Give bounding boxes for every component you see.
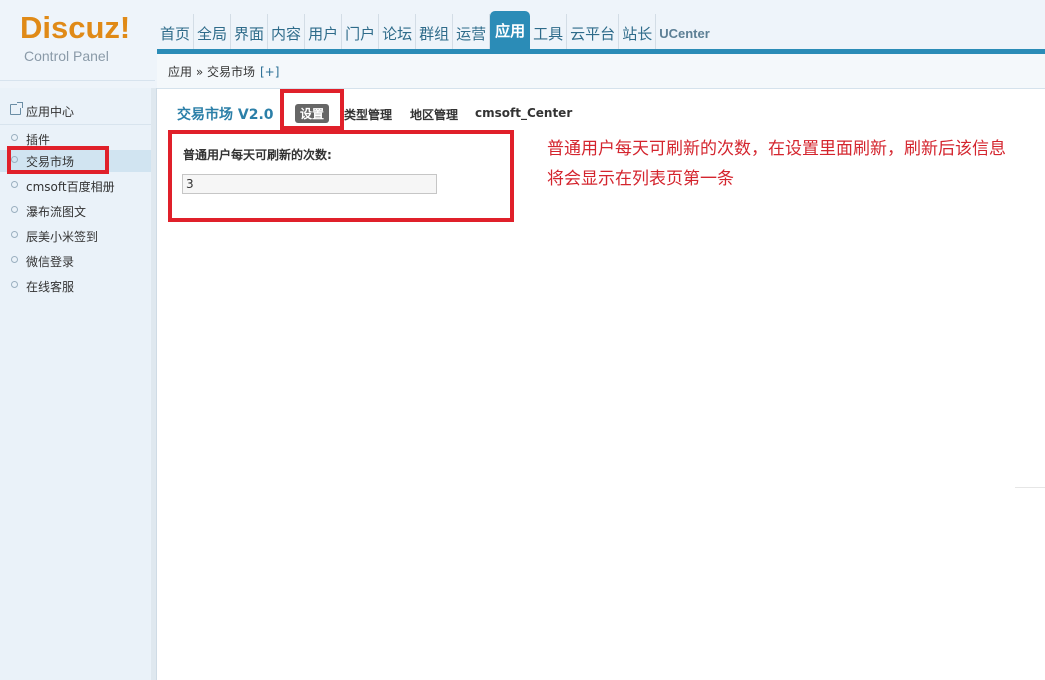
sidebar-item-online-service[interactable]: 在线客服: [0, 275, 151, 297]
top-navigation: 首页 全局 界面 内容 用户 门户 论坛 群组 运营 应用 工具 云平台 站长 …: [157, 11, 1045, 49]
add-shortcut-button[interactable]: [+]: [260, 65, 279, 79]
nav-webmaster[interactable]: 站长: [619, 14, 657, 49]
tab-type-management[interactable]: 类型管理: [344, 106, 392, 123]
tab-region-management[interactable]: 地区管理: [410, 106, 458, 123]
highlight-box-tab: [280, 89, 344, 130]
sidebar-item-wechat-login[interactable]: 微信登录: [0, 250, 151, 272]
divider: [0, 80, 155, 81]
bullet-icon: [11, 134, 18, 141]
bullet-icon: [11, 256, 18, 263]
nav-home[interactable]: 首页: [157, 14, 195, 49]
nav-user[interactable]: 用户: [305, 14, 343, 49]
bullet-icon: [11, 281, 18, 288]
bullet-icon: [11, 206, 18, 213]
sidebar-item-sign-in[interactable]: 辰美小米签到: [0, 225, 151, 247]
nav-group[interactable]: 群组: [416, 14, 454, 49]
nav-portal[interactable]: 门户: [342, 14, 380, 49]
sidebar-item-label: 辰美小米签到: [26, 230, 99, 244]
sidebar-item-label: 瀑布流图文: [26, 205, 87, 219]
divider: [1015, 487, 1045, 488]
breadcrumb: 应用 » 交易市场 [+]: [168, 63, 279, 80]
header: Discuz! Control Panel 首页 全局 界面 内容 用户 门户 …: [0, 0, 1045, 89]
highlight-box-form: [168, 130, 514, 222]
nav-ucenter[interactable]: UCenter: [656, 14, 713, 49]
nav-operation[interactable]: 运营: [453, 14, 491, 49]
bullet-icon: [11, 181, 18, 188]
nav-style[interactable]: 界面: [231, 14, 269, 49]
nav-content[interactable]: 内容: [268, 14, 306, 49]
highlight-box-sidebar: [7, 146, 109, 174]
bullet-icon: [11, 231, 18, 238]
sidebar-divider: [151, 88, 157, 680]
logo[interactable]: Discuz! Control Panel: [0, 0, 155, 88]
nav-tools[interactable]: 工具: [530, 14, 568, 49]
sidebar-header-label: 应用中心: [26, 105, 75, 119]
sidebar-item-label: 在线客服: [26, 280, 75, 294]
sidebar: 应用中心 插件 交易市场 cmsoft百度相册 瀑布流图文 辰美小米签到 微信登…: [0, 88, 151, 680]
nav-apps[interactable]: 应用: [490, 11, 531, 49]
nav-global[interactable]: 全局: [194, 14, 232, 49]
logo-text: Discuz!: [20, 10, 131, 45]
sidebar-item-waterfall[interactable]: 瀑布流图文: [0, 200, 151, 222]
tab-cmsoft-center[interactable]: cmsoft_Center: [475, 106, 572, 120]
breadcrumb-text[interactable]: 应用 » 交易市场: [168, 65, 255, 79]
logo-subtitle: Control Panel: [24, 48, 109, 64]
external-link-icon: [10, 102, 23, 115]
sidebar-item-label: 微信登录: [26, 255, 75, 269]
page-title: 交易市场 V2.0: [177, 107, 274, 123]
sidebar-item-label: cmsoft百度相册: [26, 180, 115, 194]
sidebar-header[interactable]: 应用中心: [0, 102, 151, 125]
nav-forum[interactable]: 论坛: [379, 14, 417, 49]
breadcrumb-bar: 应用 » 交易市场 [+]: [157, 54, 1045, 89]
sidebar-item-baidu-album[interactable]: cmsoft百度相册: [0, 175, 151, 197]
nav-cloud[interactable]: 云平台: [567, 14, 620, 49]
annotation-text: 普通用户每天可刷新的次数，在设置里面刷新，刷新后该信息将会显示在列表页第一条: [547, 139, 1006, 189]
